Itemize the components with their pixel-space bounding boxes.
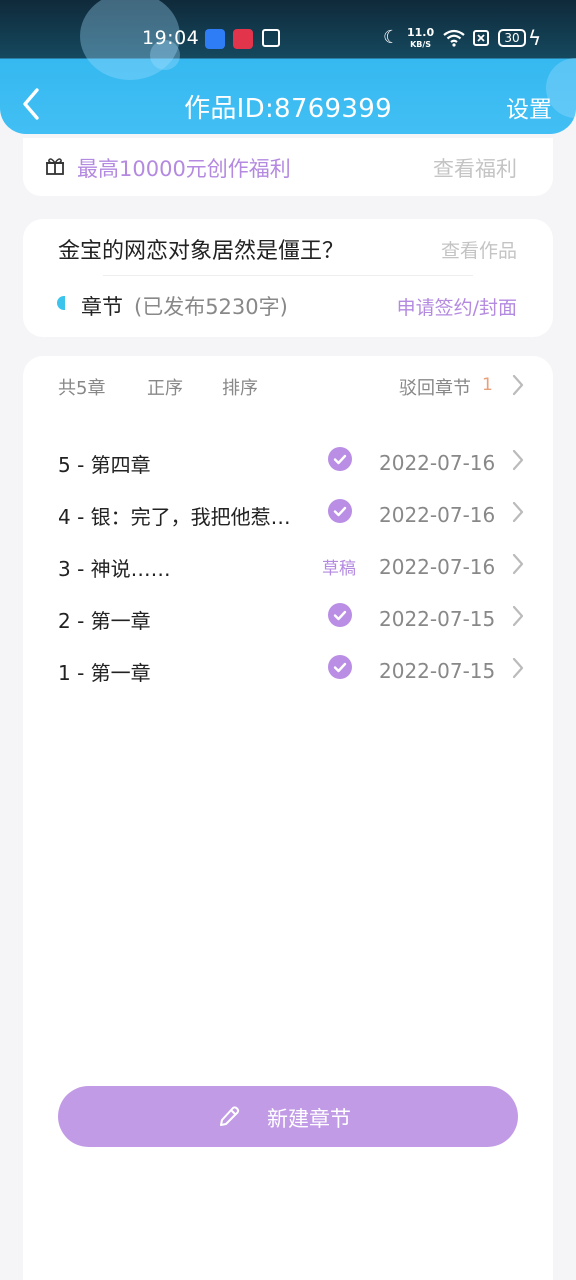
chapter-title: 3 - 神说…… — [58, 557, 171, 581]
android-icon — [205, 29, 225, 49]
folder-icon — [262, 29, 280, 47]
settings-button[interactable]: 设置 — [506, 90, 552, 124]
order-toggle[interactable]: 正序 — [147, 374, 183, 400]
chapter-date: 2022-07-16 — [379, 451, 496, 475]
chapter-date: 2022-07-15 — [379, 607, 496, 631]
chevron-right-icon — [512, 501, 524, 523]
chevron-right-icon — [512, 449, 524, 471]
divider — [103, 275, 473, 276]
screen-record-icon — [233, 29, 253, 49]
chapter-total: 共5章 — [58, 378, 106, 399]
view-welfare-link[interactable]: 查看福利 — [433, 153, 517, 183]
published-check-icon — [328, 499, 352, 523]
published-check-icon — [328, 655, 352, 679]
chapter-marker — [57, 296, 65, 310]
work-card: 金宝的网恋对象居然是僵王？ 查看作品 章节 (已发布5230字) 申请签约/封面 — [23, 219, 553, 337]
net-speed: 11.0 KB/S — [407, 27, 434, 50]
chapter-row[interactable]: 5 - 第四章 2022-07-16 — [23, 437, 553, 489]
battery-icon: 30 — [498, 29, 526, 47]
status-time: 19:04 — [142, 27, 200, 49]
chapter-row[interactable]: 1 - 第一章 2022-07-15 — [23, 645, 553, 697]
chapter-row[interactable]: 3 - 神说…… 草稿 2022-07-16 — [23, 541, 553, 593]
chevron-right-icon — [512, 605, 524, 627]
moon-icon: ☾ — [383, 27, 400, 48]
chapter-date: 2022-07-16 — [379, 555, 496, 579]
pencil-icon — [220, 1106, 240, 1126]
app-header: 19:04 ☾ 11.0 KB/S 30 ϟ 作品ID:8769399 设置 — [0, 0, 576, 134]
gift-icon — [46, 158, 64, 175]
chapter-row[interactable]: 4 - 银：完了，我把他惹… 2022-07-16 — [23, 489, 553, 541]
chapter-date: 2022-07-15 — [379, 659, 496, 683]
new-chapter-label: 新建章节 — [267, 1107, 351, 1131]
rejected-count-badge: 1 — [482, 375, 493, 395]
published-check-icon — [328, 603, 352, 627]
welfare-banner[interactable]: 最高10000元创作福利 查看福利 — [23, 138, 553, 196]
chapter-date: 2022-07-16 — [379, 503, 496, 527]
net-speed-value: 11.0 — [407, 26, 435, 39]
chapter-title: 1 - 第一章 — [58, 661, 151, 685]
published-check-icon — [328, 447, 352, 471]
view-work-link[interactable]: 查看作品 — [441, 236, 517, 263]
rejected-chapters-link[interactable]: 驳回章节 — [399, 374, 471, 400]
draft-badge: 草稿 — [322, 559, 356, 579]
apply-sign-cover-link[interactable]: 申请签约/封面 — [397, 293, 517, 320]
status-bar: 19:04 ☾ 11.0 KB/S 30 ϟ — [0, 0, 576, 58]
charging-icon: ϟ — [528, 26, 542, 50]
wifi-icon — [443, 29, 465, 47]
new-chapter-button[interactable]: 新建章节 — [58, 1086, 518, 1147]
chevron-right-icon — [512, 553, 524, 575]
page-title: 作品ID:8769399 — [184, 94, 392, 124]
net-speed-unit: KB/S — [410, 40, 432, 49]
welfare-text: 最高10000元创作福利 — [77, 157, 291, 181]
sort-button[interactable]: 排序 — [222, 374, 258, 400]
chapter-row[interactable]: 2 - 第一章 2022-07-15 — [23, 593, 553, 645]
work-title: 金宝的网恋对象居然是僵王？ — [58, 239, 345, 264]
no-sim-icon — [473, 30, 489, 46]
chevron-right-icon[interactable] — [511, 373, 525, 397]
chapter-label: 章节 — [81, 295, 123, 319]
chapter-title: 5 - 第四章 — [58, 453, 151, 477]
chapter-word-count: (已发布5230字) — [134, 295, 288, 319]
chapter-title: 4 - 银：完了，我把他惹… — [58, 505, 291, 529]
chapter-title: 2 - 第一章 — [58, 609, 151, 633]
chevron-right-icon — [512, 657, 524, 679]
